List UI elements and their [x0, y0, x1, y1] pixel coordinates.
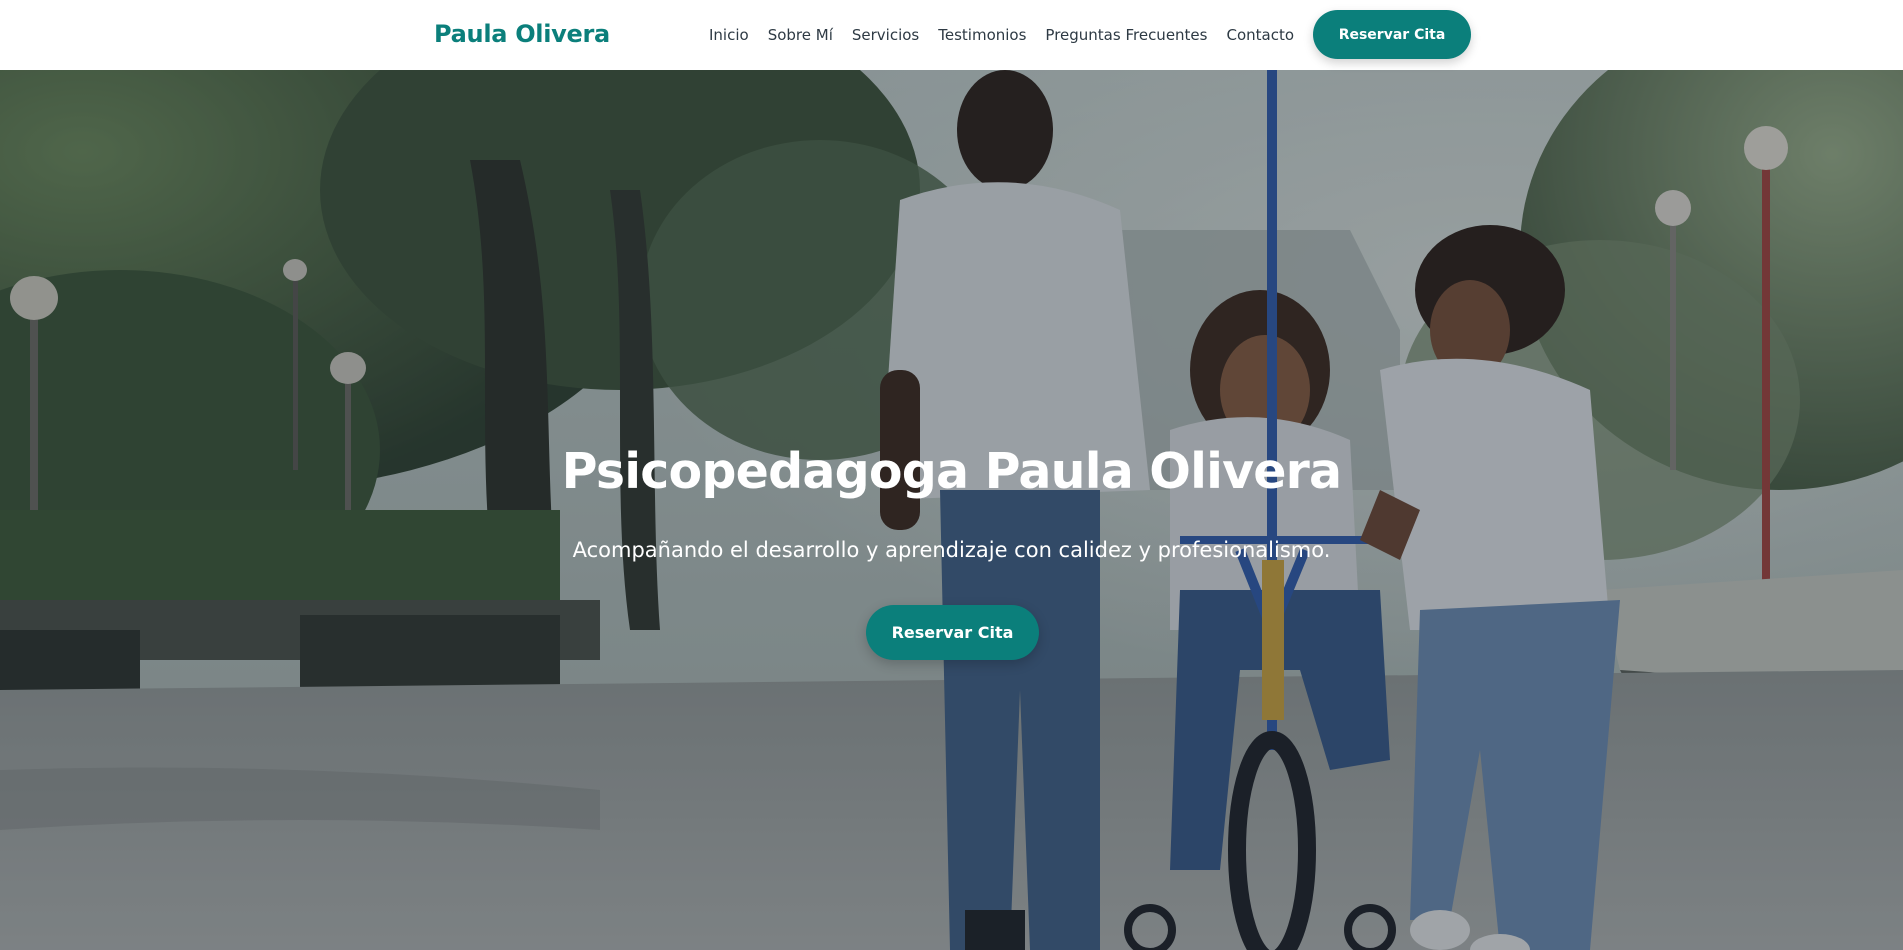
- nav-link-contacto[interactable]: Contacto: [1226, 24, 1294, 46]
- hero-content: Psicopedagoga Paula Olivera Acompañando …: [0, 70, 1903, 950]
- hero-reservar-cita-button[interactable]: Reservar Cita: [866, 605, 1039, 660]
- brand-logo[interactable]: Paula Olivera: [434, 19, 610, 49]
- nav-link-preguntas-frecuentes[interactable]: Preguntas Frecuentes: [1045, 24, 1207, 46]
- header-reservar-cita-button[interactable]: Reservar Cita: [1313, 10, 1471, 59]
- site-header: Paula Olivera Inicio Sobre Mí Servicios …: [0, 0, 1903, 70]
- main-nav: Inicio Sobre Mí Servicios Testimonios Pr…: [709, 24, 1294, 46]
- nav-link-servicios[interactable]: Servicios: [852, 24, 919, 46]
- hero-title: Psicopedagoga Paula Olivera: [561, 443, 1342, 500]
- nav-link-sobre-mi[interactable]: Sobre Mí: [768, 24, 833, 46]
- hero-subtitle: Acompañando el desarrollo y aprendizaje …: [572, 538, 1331, 562]
- nav-link-inicio[interactable]: Inicio: [709, 24, 749, 46]
- nav-link-testimonios[interactable]: Testimonios: [938, 24, 1026, 46]
- hero-section: Psicopedagoga Paula Olivera Acompañando …: [0, 70, 1903, 950]
